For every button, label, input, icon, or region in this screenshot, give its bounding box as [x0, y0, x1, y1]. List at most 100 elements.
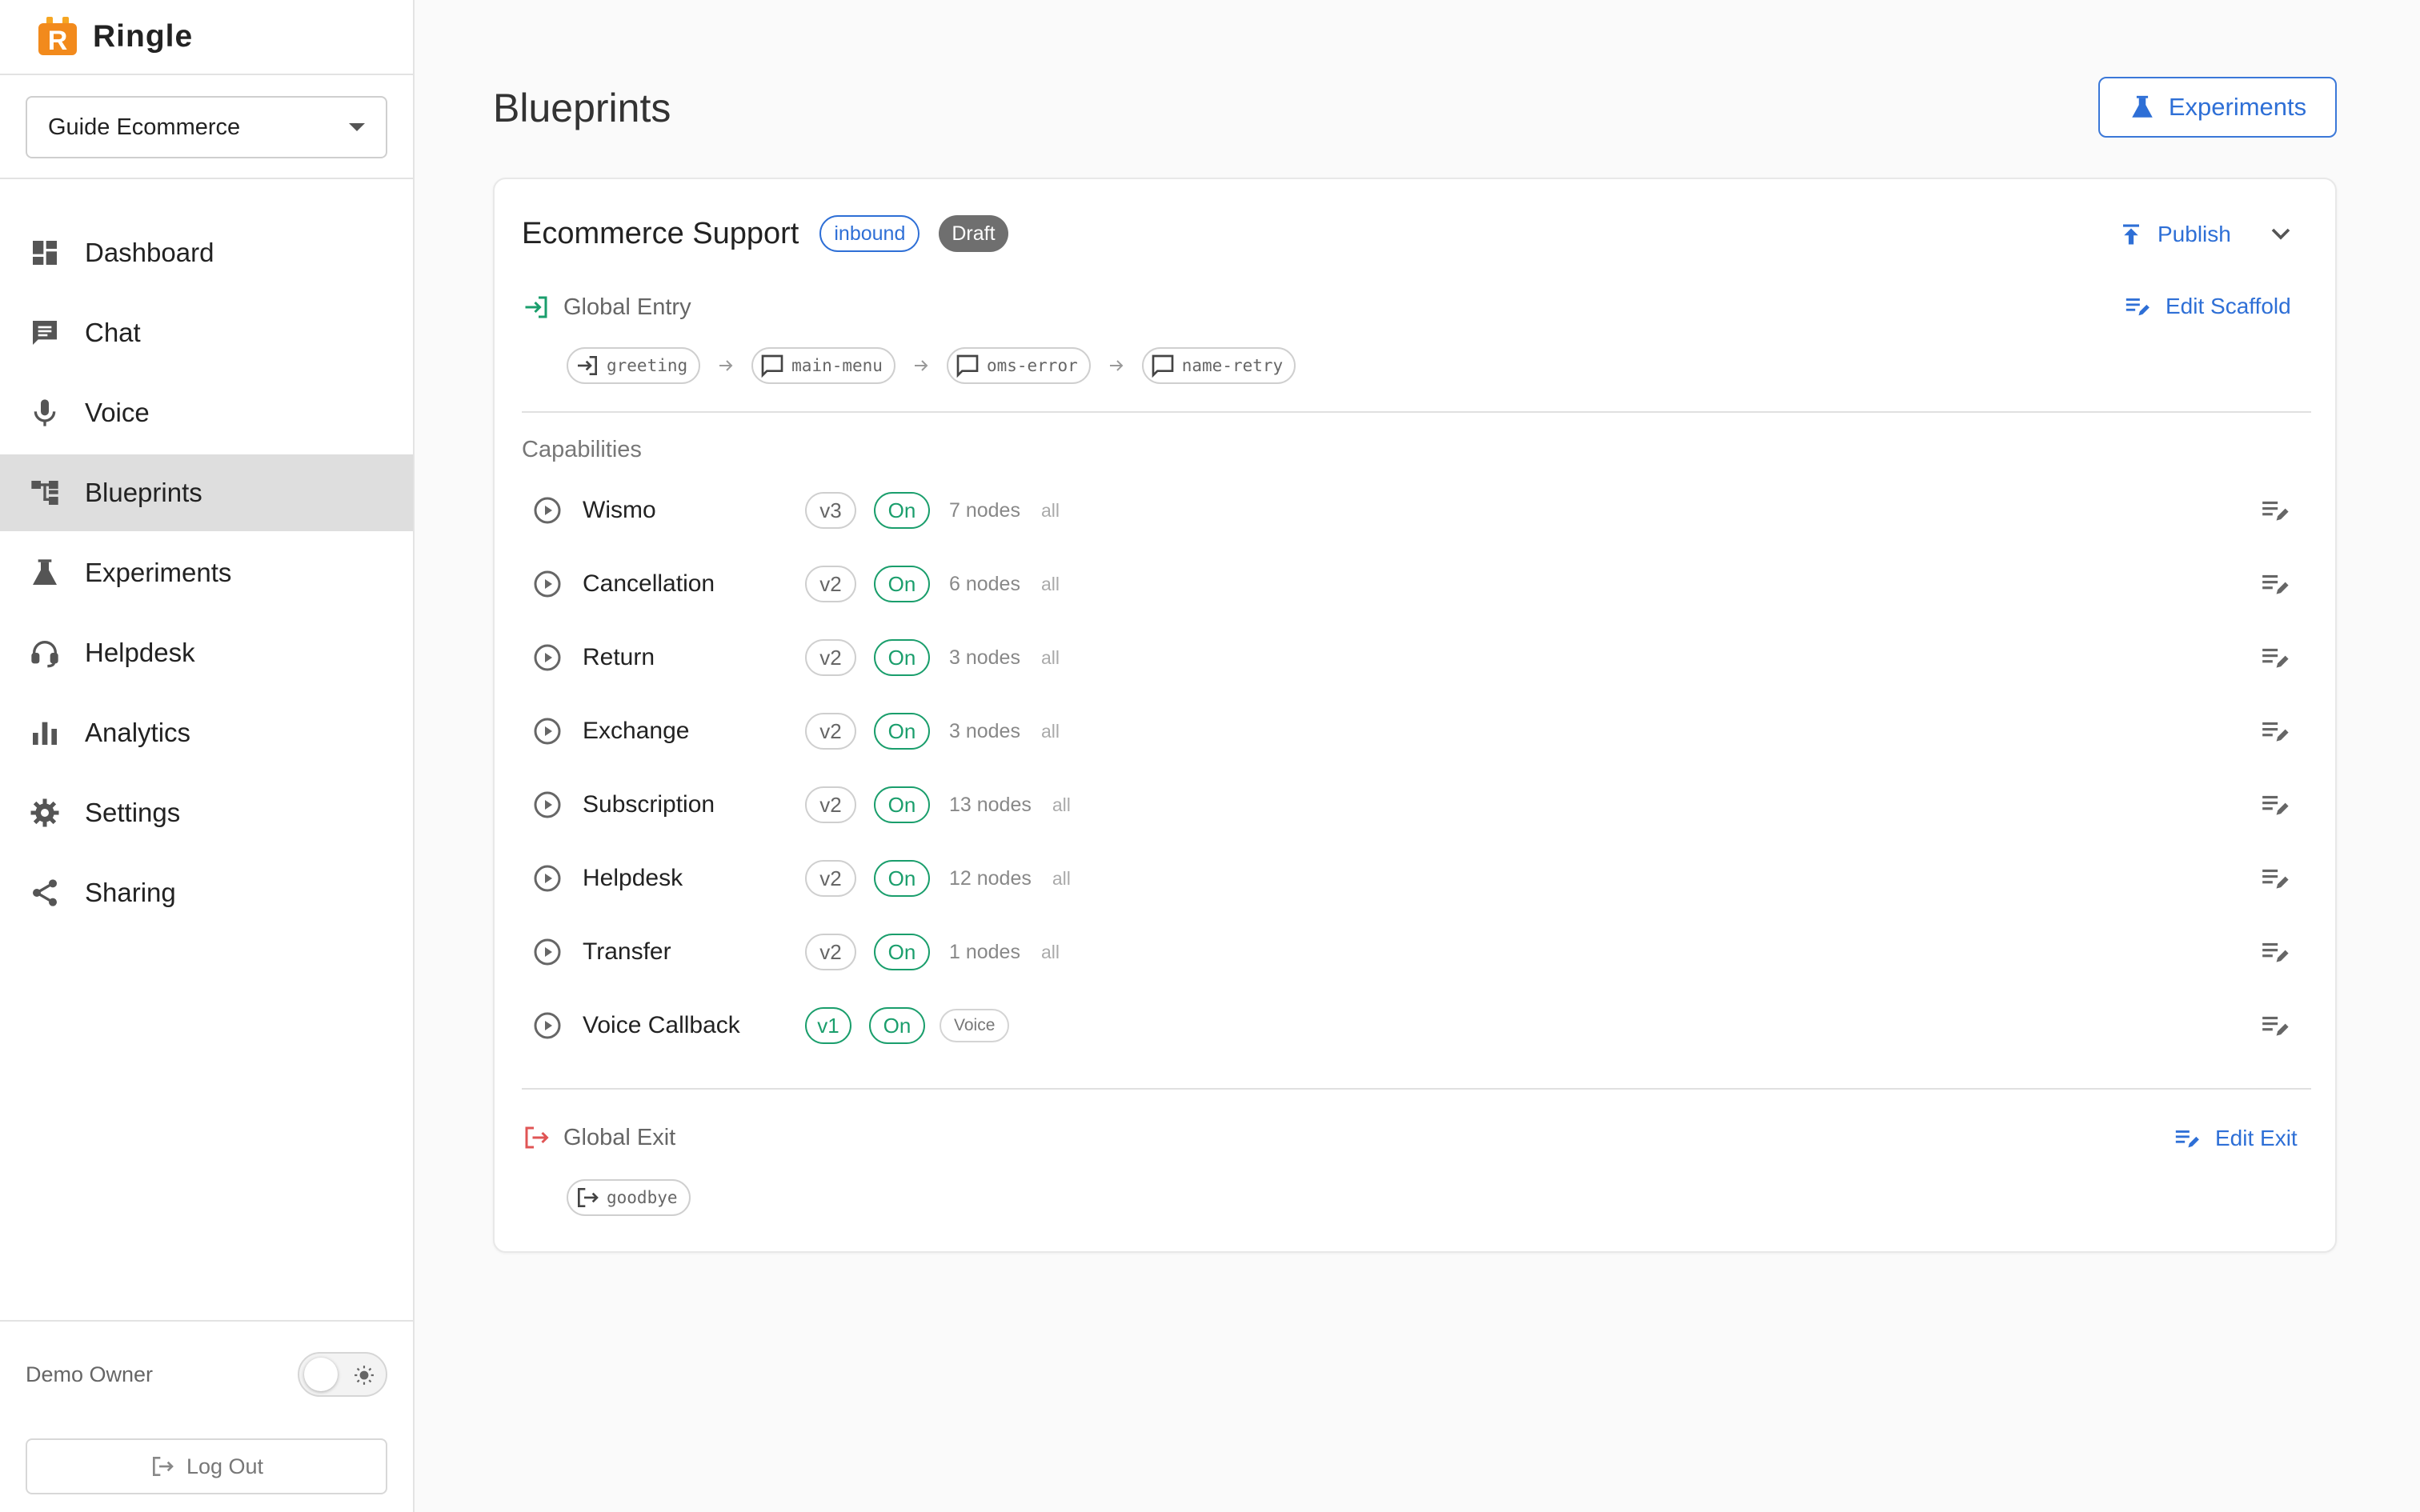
edit-scaffold-button[interactable]: Edit Scaffold	[2124, 293, 2291, 320]
edit-list-icon[interactable]	[2260, 495, 2290, 526]
flask-icon	[33, 559, 57, 585]
version-badge: v2	[805, 934, 856, 970]
sidebar-item-sharing[interactable]: Sharing	[0, 854, 413, 931]
node-count: 12 nodes	[949, 866, 1032, 890]
status-toggle[interactable]: On	[874, 566, 930, 602]
sidebar-item-label: Settings	[85, 798, 181, 827]
edit-list-icon[interactable]	[2260, 790, 2290, 820]
capability-name: Return	[583, 644, 655, 670]
scope-label: all	[1040, 573, 1060, 594]
sidebar-item-label: Dashboard	[85, 238, 214, 267]
chevron-down-icon[interactable]	[2265, 218, 2297, 250]
direction-badge: inbound	[819, 215, 920, 252]
edit-list-icon[interactable]	[2260, 642, 2290, 673]
capability-row: Return v2 On 3 nodes all	[522, 621, 2311, 694]
status-toggle[interactable]: On	[874, 639, 930, 676]
capability-row: Wismo v3 On 7 nodes all	[522, 474, 2311, 547]
sun-icon	[355, 1366, 374, 1385]
edit-list-icon[interactable]	[2260, 863, 2290, 894]
page-title: Blueprints	[493, 86, 671, 130]
logout-button[interactable]: Log Out	[26, 1438, 387, 1494]
headset-icon	[31, 641, 58, 668]
logo-letter: R	[48, 26, 68, 56]
message-icon	[956, 354, 979, 378]
sidebar-nav: Dashboard Chat Voice Blueprints Experime…	[0, 179, 413, 931]
flow-node-label: name-retry	[1181, 356, 1284, 375]
sidebar-item-voice[interactable]: Voice	[0, 374, 413, 451]
message-icon	[761, 354, 783, 378]
capability-badges: v2 On 12 nodes all	[805, 860, 1071, 897]
entry-icon	[525, 296, 547, 318]
capabilities-heading: Capabilities	[522, 437, 642, 462]
play-circle-icon[interactable]	[533, 790, 562, 819]
edit-list-icon[interactable]	[2260, 937, 2290, 967]
channel-badge: Voice	[940, 1009, 1010, 1042]
ringle-logo-icon: R	[38, 17, 77, 56]
status-toggle[interactable]: On	[874, 713, 930, 750]
sidebar-item-label: Analytics	[85, 718, 191, 747]
flow-node-goodbye[interactable]: goodbye	[567, 1179, 691, 1216]
status-toggle[interactable]: On	[874, 786, 930, 823]
exit-icon	[525, 1126, 549, 1149]
flow-node-label: goodbye	[607, 1188, 678, 1207]
share-icon	[33, 879, 57, 906]
flow-arrow	[895, 356, 947, 375]
sidebar-item-label: Voice	[85, 398, 150, 427]
edit-list-icon[interactable]	[2260, 1010, 2290, 1041]
logout-icon	[152, 1457, 174, 1476]
capability-name: Wismo	[583, 497, 656, 523]
play-circle-icon[interactable]	[533, 864, 562, 893]
sidebar-item-dashboard[interactable]: Dashboard	[0, 214, 413, 291]
workspace-area: Guide Ecommerce	[0, 75, 413, 179]
flow-node-label: oms-error	[986, 356, 1078, 375]
capability-badges: v2 On 6 nodes all	[805, 566, 1060, 602]
sidebar-item-blueprints[interactable]: Blueprints	[0, 454, 413, 531]
bar-chart-icon	[33, 722, 57, 745]
message-icon	[1152, 354, 1174, 378]
status-toggle[interactable]: On	[874, 492, 930, 529]
status-toggle[interactable]: On	[869, 1007, 925, 1044]
status-toggle[interactable]: On	[874, 860, 930, 897]
play-circle-icon[interactable]	[533, 938, 562, 966]
publish-button[interactable]: Publish	[2119, 214, 2231, 254]
sidebar-item-helpdesk[interactable]: Helpdesk	[0, 614, 413, 691]
experiments-button-label: Experiments	[2168, 93, 2307, 121]
flow-node-label: greeting	[607, 356, 688, 375]
sidebar-item-experiments[interactable]: Experiments	[0, 534, 413, 611]
sidebar-item-analytics[interactable]: Analytics	[0, 694, 413, 771]
play-circle-icon[interactable]	[533, 643, 562, 672]
scope-label: all	[1040, 720, 1060, 742]
capability-badges: v3 On 7 nodes all	[805, 492, 1060, 529]
play-circle-icon[interactable]	[533, 496, 562, 525]
edit-list-icon[interactable]	[2260, 716, 2290, 746]
capability-name: Exchange	[583, 718, 690, 744]
flow-node-main-menu[interactable]: main-menu	[751, 347, 895, 384]
experiments-button[interactable]: Experiments	[2098, 77, 2337, 138]
arrow-right-icon	[719, 360, 733, 371]
gear-icon	[30, 798, 59, 827]
play-circle-icon[interactable]	[533, 717, 562, 746]
flow-node-name-retry[interactable]: name-retry	[1141, 347, 1296, 384]
play-circle-icon[interactable]	[533, 1011, 562, 1040]
sidebar-item-chat[interactable]: Chat	[0, 294, 413, 371]
theme-toggle[interactable]	[298, 1352, 387, 1397]
flow-node-greeting[interactable]: greeting	[567, 347, 701, 384]
status-toggle[interactable]: On	[874, 934, 930, 970]
brand-header: R Ringle	[0, 0, 413, 75]
capability-row: Subscription v2 On 13 nodes all	[522, 768, 2311, 842]
capability-row: Exchange v2 On 3 nodes all	[522, 694, 2311, 768]
capabilities-list: Wismo v3 On 7 nodes all Cancellation v2 …	[522, 474, 2311, 1062]
global-exit-flow: goodbye	[567, 1179, 691, 1216]
node-count: 6 nodes	[949, 572, 1020, 595]
edit-exit-button[interactable]: Edit Exit	[2174, 1125, 2298, 1152]
capability-badges: v2 On 3 nodes all	[805, 713, 1060, 750]
capability-badges: v2 On 3 nodes all	[805, 639, 1060, 676]
sidebar-item-settings[interactable]: Settings	[0, 774, 413, 851]
workspace-select[interactable]: Guide Ecommerce	[26, 96, 387, 158]
play-circle-icon[interactable]	[533, 570, 562, 598]
capability-name: Subscription	[583, 791, 715, 818]
edit-list-icon[interactable]	[2260, 569, 2290, 599]
capability-name: Voice Callback	[583, 1012, 740, 1038]
capability-badges: v2 On 13 nodes all	[805, 786, 1071, 823]
flow-node-oms-error[interactable]: oms-error	[946, 347, 1091, 384]
